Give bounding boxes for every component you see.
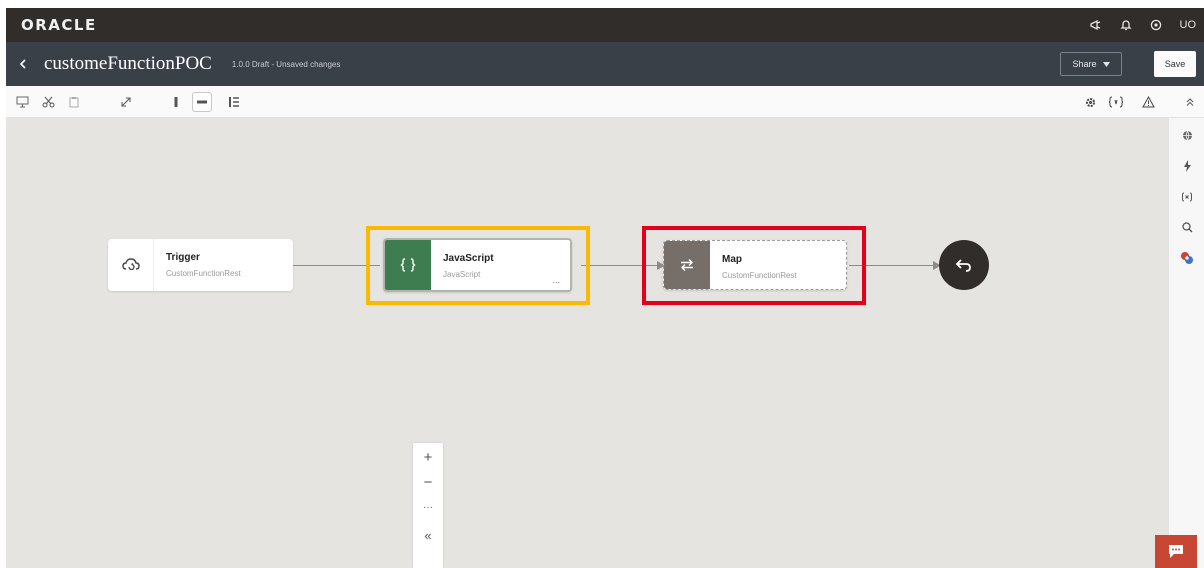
collapse-panel-button[interactable]: « — [413, 523, 443, 547]
javascript-node-subtitle: JavaScript — [443, 270, 481, 279]
expand-icon[interactable] — [116, 92, 136, 112]
bell-icon[interactable] — [1119, 19, 1132, 31]
zoom-in-button[interactable]: + — [413, 445, 443, 469]
node-menu-icon[interactable]: ... — [552, 275, 560, 285]
oracle-logo: ORACLE — [21, 16, 97, 34]
variable-icon[interactable] — [1178, 188, 1196, 206]
zoom-controls: + − ··· « — [413, 443, 443, 568]
page-title: customeFunctionPOC — [44, 53, 212, 74]
chat-bubble-icon — [1169, 545, 1183, 558]
map-node-subtitle: CustomFunctionRest — [722, 271, 797, 280]
map-node-title: Map — [722, 254, 742, 265]
integration-insight-icon[interactable] — [1178, 249, 1196, 267]
canvas-toolbar — [6, 86, 1204, 118]
map-arrows-icon — [664, 241, 710, 289]
curly-braces-icon — [385, 240, 431, 290]
return-arrow-icon — [955, 259, 971, 272]
end-return-node[interactable] — [939, 240, 989, 290]
pseudo-view-icon[interactable] — [224, 92, 244, 112]
search-icon[interactable] — [1178, 218, 1196, 236]
megaphone-icon[interactable] — [1089, 19, 1102, 31]
javascript-node-title: JavaScript — [443, 253, 494, 264]
warning-icon[interactable] — [1138, 92, 1158, 112]
chevron-down-icon — [1102, 61, 1110, 67]
globe-icon[interactable] — [1178, 126, 1196, 144]
title-bar: customeFunctionPOC 1.0.0 Draft - Unsaved… — [6, 42, 1204, 86]
header-actions: UO — [1089, 19, 1197, 31]
trigger-node-title: Trigger — [166, 252, 200, 263]
paste-icon[interactable] — [64, 92, 84, 112]
trigger-node[interactable]: Trigger CustomFunctionRest — [108, 239, 293, 291]
trigger-node-subtitle: CustomFunctionRest — [166, 269, 241, 278]
map-node[interactable]: Map CustomFunctionRest — [663, 240, 847, 290]
back-icon[interactable] — [8, 58, 38, 70]
gear-icon[interactable] — [1080, 92, 1100, 112]
arrow-head-icon — [657, 261, 665, 270]
cut-icon[interactable] — [38, 92, 58, 112]
right-rail — [1168, 118, 1204, 568]
save-button[interactable]: Save — [1154, 51, 1196, 77]
help-icon[interactable] — [1150, 19, 1162, 31]
share-button[interactable]: Share — [1060, 52, 1122, 76]
brand-bar: ORACLE UO — [6, 8, 1204, 42]
canvas-view-icon[interactable] — [12, 92, 32, 112]
share-label: Share — [1072, 59, 1097, 69]
integration-canvas[interactable]: Trigger CustomFunctionRest JavaScript Ja… — [6, 118, 1168, 568]
variables-icon[interactable] — [1106, 92, 1126, 112]
vertical-layout-icon[interactable] — [166, 92, 186, 112]
zoom-out-button[interactable]: − — [413, 470, 443, 494]
chat-button[interactable] — [1155, 535, 1197, 568]
trigger-rest-icon — [108, 239, 154, 291]
horizontal-layout-icon[interactable] — [192, 92, 212, 112]
version-status: 1.0.0 Draft - Unsaved changes — [231, 59, 341, 69]
lightning-icon[interactable] — [1178, 157, 1196, 175]
user-avatar[interactable]: UO — [1180, 19, 1197, 31]
collapse-up-icon[interactable] — [1180, 92, 1200, 112]
zoom-more-button[interactable]: ··· — [413, 495, 443, 519]
javascript-node[interactable]: JavaScript JavaScript ... — [383, 238, 572, 292]
